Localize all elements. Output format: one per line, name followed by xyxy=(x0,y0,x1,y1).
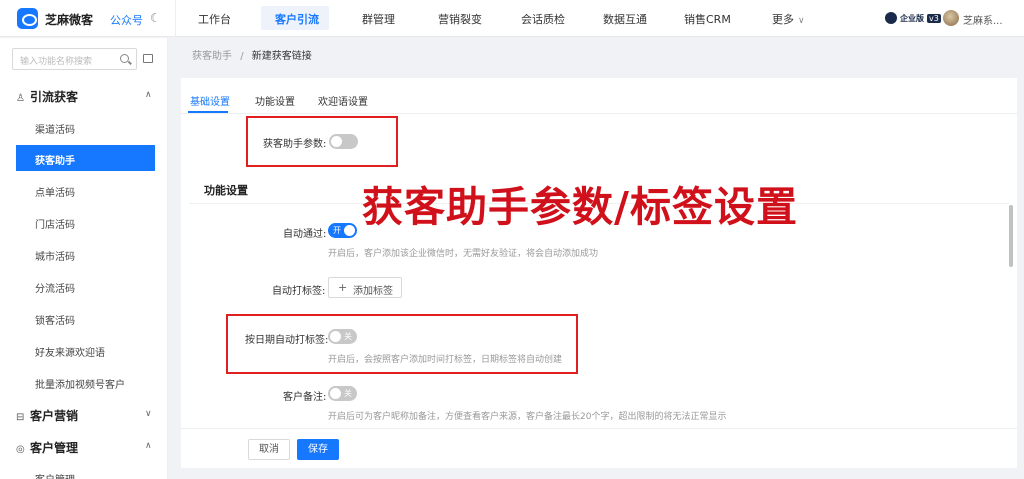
enterprise-badge: 企业版 v3 xyxy=(885,11,941,25)
section-title: 功能设置 xyxy=(204,184,248,197)
nav-more-label: 更多 xyxy=(772,13,794,26)
scrollbar[interactable] xyxy=(1009,205,1013,267)
bookmark-icon: ⊟ xyxy=(16,412,25,423)
add-tag-label: 添加标签 xyxy=(353,286,393,297)
sidebar-item-channel-code[interactable]: 渠道活码 xyxy=(35,121,75,136)
annotation-box-date-tag xyxy=(226,314,578,374)
enterprise-logo-icon xyxy=(885,12,897,24)
sidebar-group-acquisition[interactable]: ♙ 引流获客 xyxy=(16,88,78,105)
sidebar-group-label: 客户营销 xyxy=(30,409,79,423)
nav-more[interactable]: 更多 ∨ xyxy=(772,11,805,27)
sidebar-item-batch-add-video[interactable]: 批量添加视频号客户 xyxy=(35,376,125,391)
toggle-state: 开 xyxy=(333,226,341,235)
tab-bar: 基础设置 功能设置 欢迎语设置 xyxy=(181,78,1017,114)
sidebar-group-label: 客户管理 xyxy=(30,441,79,455)
add-tag-button[interactable]: + 添加标签 xyxy=(328,277,402,298)
auto-pass-hint: 开启后，客户添加该企业微信时，无需好友验证，将会自动添加成功 xyxy=(328,249,599,259)
nav-data-sync[interactable]: 数据互通 xyxy=(603,11,647,27)
sidebar: 输入功能名称搜索 ♙ 引流获客 ∧ 渠道活码 获客助手 点单活码 门店活码 城市活… xyxy=(0,38,168,479)
divider xyxy=(175,0,176,37)
sidebar-item-store-code[interactable]: 门店活码 xyxy=(35,216,75,231)
tab-basic-settings[interactable]: 基础设置 xyxy=(190,93,230,108)
toggle-knob xyxy=(344,225,355,236)
remark-label: 客户备注: xyxy=(283,392,327,403)
remark-hint: 开启后可为客户昵称加备注，方便查看客户来源，客户备注最长20个字，超出限制的将无… xyxy=(328,412,727,422)
user-add-icon: ♙ xyxy=(16,93,25,104)
nav-customer-acquisition[interactable]: 客户引流 xyxy=(275,11,319,27)
app-logo-icon xyxy=(17,8,38,29)
chevron-down-icon: ∨ xyxy=(798,16,805,26)
chevron-up-icon[interactable]: ∧ xyxy=(145,90,152,100)
brand-name: 芝麻微客 xyxy=(45,13,94,27)
nav-sales-crm[interactable]: 销售CRM xyxy=(684,11,731,27)
enterprise-badge-label: 企业版 xyxy=(900,13,924,23)
remark-toggle[interactable]: 关 xyxy=(328,386,357,401)
search-icon[interactable] xyxy=(120,54,129,63)
sidebar-group-label: 引流获客 xyxy=(30,90,79,104)
sidebar-item-order-code[interactable]: 点单活码 xyxy=(35,184,75,199)
menu-toggle-icon[interactable] xyxy=(143,54,153,63)
cancel-button[interactable]: 取消 xyxy=(248,439,290,460)
search-input[interactable]: 输入功能名称搜索 xyxy=(12,48,137,70)
sidebar-item-lock-code[interactable]: 锁客活码 xyxy=(35,312,75,327)
tab-function-settings[interactable]: 功能设置 xyxy=(255,93,295,108)
sidebar-item-city-code[interactable]: 城市活码 xyxy=(35,248,75,263)
breadcrumb-separator: / xyxy=(240,51,244,62)
form-footer: 取消 保存 xyxy=(181,428,1017,468)
auto-tag-label: 自动打标签: xyxy=(272,286,326,297)
nav-workbench[interactable]: 工作台 xyxy=(198,11,231,27)
search-placeholder: 输入功能名称搜索 xyxy=(20,57,93,67)
toggle-state: 关 xyxy=(344,389,352,398)
sidebar-item-customer-management[interactable]: 客户管理 xyxy=(35,471,75,479)
chevron-down-icon[interactable]: ∨ xyxy=(145,409,152,419)
tab-welcome-settings[interactable]: 欢迎语设置 xyxy=(318,93,368,108)
nav-marketing-fission[interactable]: 营销裂变 xyxy=(438,11,482,27)
sidebar-group-customer-management[interactable]: ◎ 客户管理 xyxy=(16,439,78,456)
gzh-link[interactable]: 公众号 xyxy=(110,12,143,28)
version-badge: v3 xyxy=(927,13,941,23)
sidebar-item-acquisition-assistant[interactable]: 获客助手 xyxy=(35,152,75,167)
nav-group-management[interactable]: 群管理 xyxy=(362,11,395,27)
top-bar: 芝麻微客 公众号 ☾ 工作台 客户引流 群管理 营销裂变 会话质检 数据互通 销… xyxy=(0,0,1024,37)
nav-session-qc[interactable]: 会话质检 xyxy=(521,11,565,27)
sidebar-item-welcome-message[interactable]: 好友来源欢迎语 xyxy=(35,344,105,359)
breadcrumb: 获客助手 / 新建获客链接 xyxy=(192,47,312,62)
auto-pass-label: 自动通过: xyxy=(283,229,327,240)
annotation-title: 获客助手参数/标签设置 xyxy=(362,183,798,231)
annotation-box-param xyxy=(246,116,398,167)
auto-pass-toggle[interactable]: 开 xyxy=(328,223,357,238)
breadcrumb-parent[interactable]: 获客助手 xyxy=(192,51,232,62)
sidebar-item-split-code[interactable]: 分流活码 xyxy=(35,280,75,295)
breadcrumb-current: 新建获客链接 xyxy=(251,51,312,62)
tab-active-indicator xyxy=(188,111,228,113)
user-name[interactable]: 芝麻系... xyxy=(963,12,1003,27)
chevron-up-icon[interactable]: ∧ xyxy=(145,441,152,451)
sidebar-group-marketing[interactable]: ⊟ 客户营销 xyxy=(16,407,78,424)
toggle-knob xyxy=(330,388,341,399)
plus-icon: + xyxy=(338,281,348,294)
customer-icon: ◎ xyxy=(16,444,25,455)
dark-mode-icon[interactable]: ☾ xyxy=(150,11,161,25)
save-button[interactable]: 保存 xyxy=(297,439,339,460)
avatar[interactable] xyxy=(943,10,959,26)
